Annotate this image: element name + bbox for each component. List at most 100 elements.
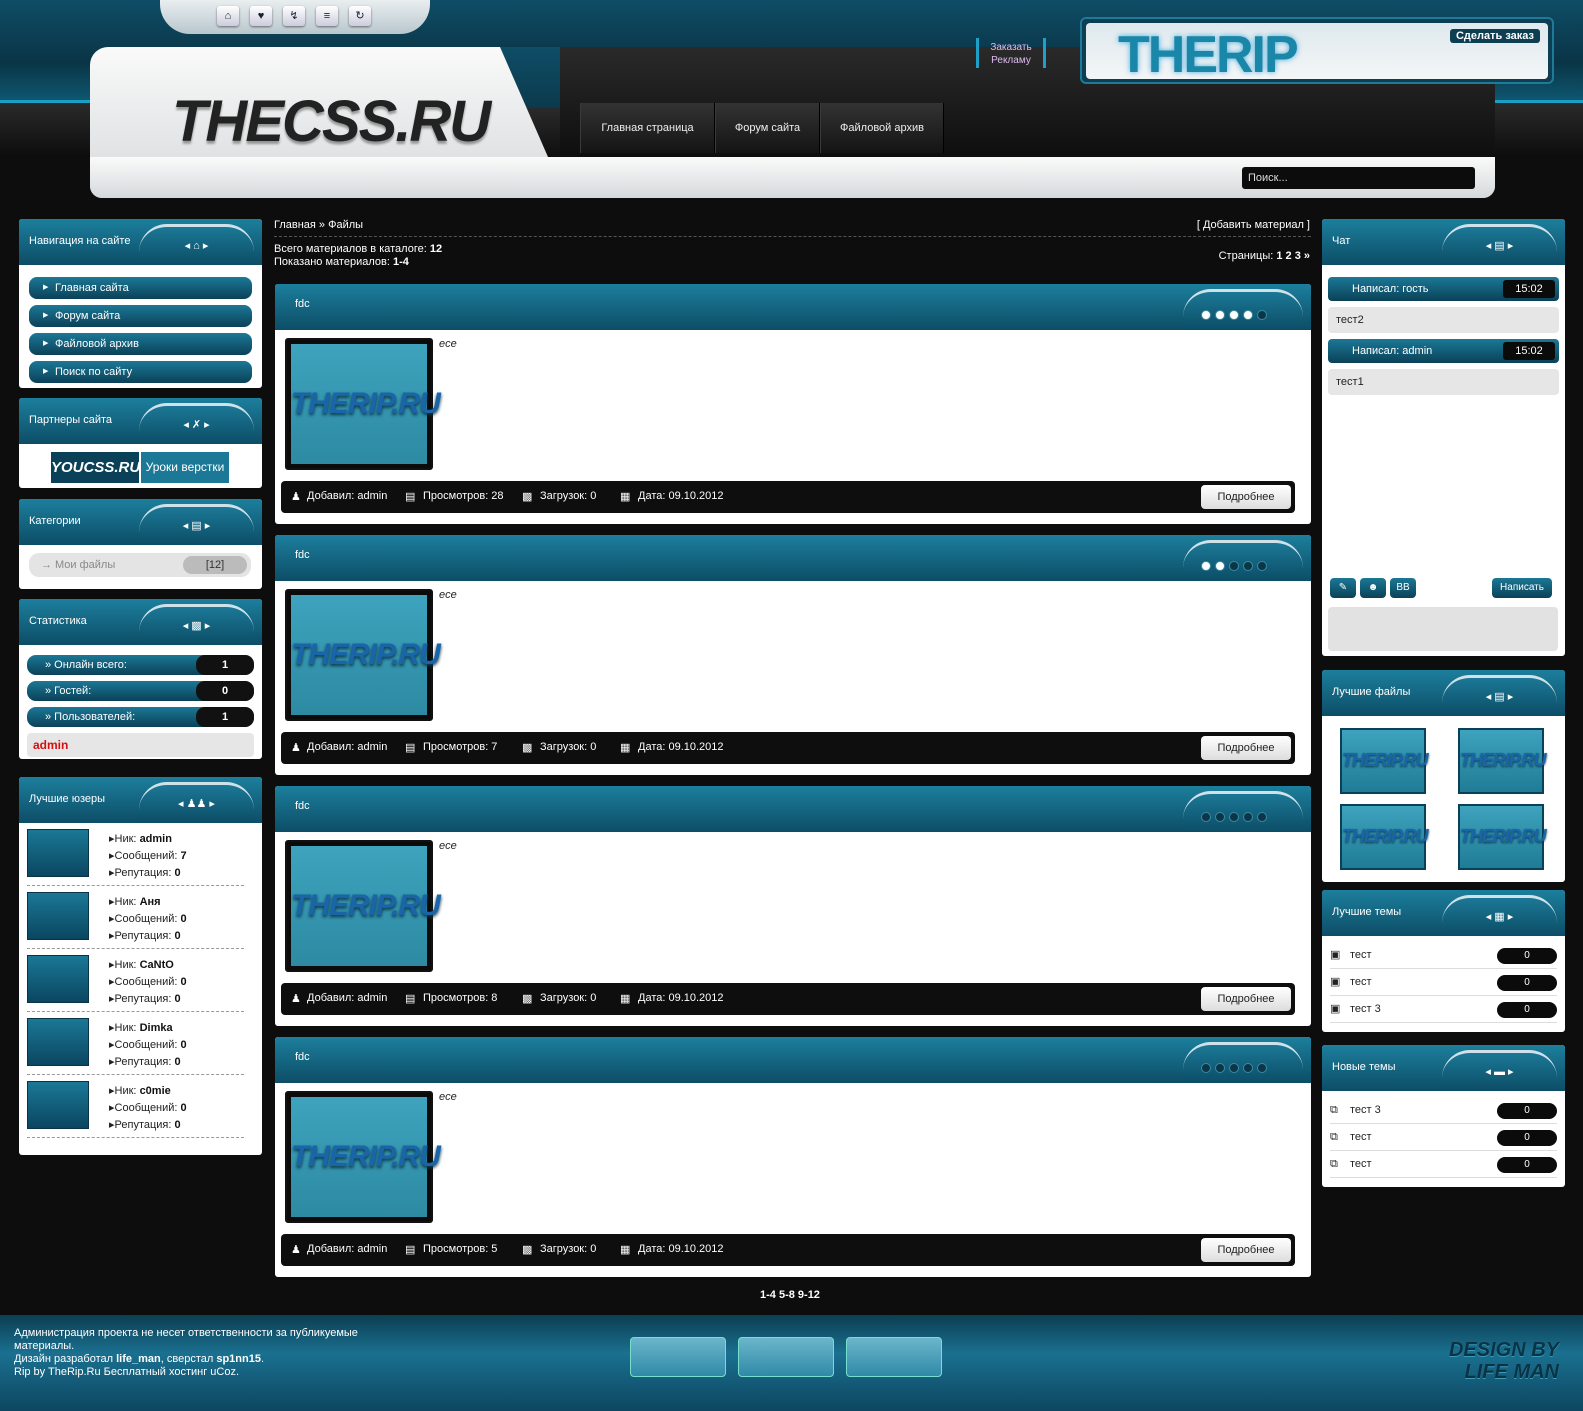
send-button[interactable]: Написать — [1492, 578, 1552, 598]
nick-value[interactable]: admin — [140, 833, 172, 845]
bbcode-button[interactable]: BB — [1390, 578, 1416, 598]
page-dot[interactable] — [1201, 310, 1211, 320]
footer-button[interactable] — [630, 1337, 726, 1377]
add-material-link[interactable]: [ Добавить материал ] — [1197, 219, 1310, 231]
nav-forum[interactable]: Форум сайта — [715, 103, 820, 153]
menu-item-search[interactable]: Поиск по сайту — [29, 361, 252, 383]
nick-value[interactable]: Аня — [140, 896, 161, 908]
page-dot[interactable] — [1215, 812, 1225, 822]
user-item[interactable]: Ник: АняСообщений: 0Репутация: 0 — [27, 886, 244, 949]
user-item[interactable]: Ник: admin Сообщений: 7 Репутация: 0 — [27, 823, 244, 886]
link-icon[interactable]: ↯ — [283, 6, 305, 26]
entry-author[interactable]: Добавил: admin — [307, 490, 387, 502]
heart-icon[interactable]: ♥ — [250, 6, 272, 26]
partner-logo-lessons[interactable]: Уроки верстки — [141, 452, 229, 483]
page-dot[interactable] — [1215, 310, 1225, 320]
pencil-icon[interactable]: ✎ — [1330, 578, 1356, 598]
entry-author[interactable]: Добавил: admin — [307, 741, 387, 753]
details-button[interactable]: Подробнее — [1201, 736, 1291, 760]
block-title: Лучшие юзеры — [29, 793, 106, 805]
footer-button[interactable] — [738, 1337, 834, 1377]
nav-files[interactable]: Файловой архив — [820, 103, 944, 153]
footer-button[interactable] — [846, 1337, 942, 1377]
entry-thumbnail[interactable]: THERIP.RU — [285, 589, 441, 721]
entry-author[interactable]: Добавил: admin — [307, 992, 387, 1004]
search-input[interactable]: Поиск... — [1242, 167, 1475, 189]
footer-author-link[interactable]: life_man — [116, 1353, 161, 1365]
page-dot[interactable] — [1257, 310, 1267, 320]
page-dot[interactable] — [1243, 310, 1253, 320]
nav-home[interactable]: Главная страница — [580, 103, 715, 153]
pages-links[interactable]: 1 2 3 » — [1276, 250, 1310, 262]
entry-title[interactable]: fdc — [295, 800, 310, 812]
menu-item-forum[interactable]: Форум сайта — [29, 305, 252, 327]
page-dot[interactable] — [1243, 812, 1253, 822]
entry-thumbnail[interactable]: THERIP.RU — [285, 1091, 441, 1223]
nick-value[interactable]: c0mie — [140, 1085, 171, 1097]
smile-icon[interactable]: ☻ — [1360, 578, 1386, 598]
topic-item[interactable]: ⧉ тест 0 — [1330, 1151, 1557, 1178]
avatar[interactable] — [27, 829, 89, 877]
entry-thumbnail[interactable]: THERIP.RU — [285, 840, 441, 972]
avatar[interactable] — [27, 892, 89, 940]
entry-title[interactable]: fdc — [295, 1051, 310, 1063]
rss-icon[interactable]: ≡ — [316, 6, 338, 26]
page-dot[interactable] — [1201, 1063, 1211, 1073]
partner-logo-youcss[interactable]: YOUCSS.RU — [51, 452, 140, 483]
breadcrumb[interactable]: Главная » Файлы — [274, 219, 363, 231]
footer-hosting: Rip by TheRip.Ru Бесплатный хостинг uCoz… — [14, 1366, 240, 1378]
avatar[interactable] — [27, 1081, 89, 1129]
category-item[interactable]: → Мои файлы [12] — [29, 553, 251, 577]
nick-value[interactable]: Dimka — [140, 1022, 173, 1034]
page-dot[interactable] — [1243, 561, 1253, 571]
topic-item[interactable]: ▣ тест 3 0 — [1330, 996, 1557, 1023]
home-icon[interactable]: ⌂ — [217, 6, 239, 26]
page-dot[interactable] — [1229, 1063, 1239, 1073]
chat-input[interactable] — [1328, 607, 1558, 651]
topic-item[interactable]: ▣ тест 0 — [1330, 969, 1557, 996]
page-dot[interactable] — [1229, 561, 1239, 571]
user-item[interactable]: Ник: DimkaСообщений: 0Репутация: 0 — [27, 1012, 244, 1075]
page-dot[interactable] — [1257, 1063, 1267, 1073]
page-dot[interactable] — [1257, 561, 1267, 571]
page-dot[interactable] — [1215, 561, 1225, 571]
topic-item[interactable]: ▣ тест 0 — [1330, 942, 1557, 969]
page-dot[interactable] — [1243, 1063, 1253, 1073]
site-logo[interactable]: THECSS.RU — [172, 88, 491, 155]
details-button[interactable]: Подробнее — [1201, 485, 1291, 509]
entry-author[interactable]: Добавил: admin — [307, 1243, 387, 1255]
page-dot[interactable] — [1229, 812, 1239, 822]
avatar[interactable] — [27, 1018, 89, 1066]
footer-coder-link[interactable]: sp1nn15 — [216, 1353, 261, 1365]
best-file-thumb[interactable]: THERIP.RU — [1458, 804, 1547, 870]
order-button[interactable]: Сделать заказ — [1449, 29, 1540, 43]
details-button[interactable]: Подробнее — [1201, 987, 1291, 1011]
entry-thumbnail[interactable]: THERIP.RU — [285, 338, 441, 470]
user-nick: Ник: c0mie — [109, 1084, 171, 1097]
user-item[interactable]: Ник: CaNtOСообщений: 0Репутация: 0 — [27, 949, 244, 1012]
best-file-thumb[interactable]: THERIP.RU — [1340, 804, 1429, 870]
nick-value[interactable]: CaNtO — [140, 959, 174, 971]
user-item[interactable]: Ник: c0mieСообщений: 0Репутация: 0 — [27, 1075, 244, 1138]
menu-item-home[interactable]: Главная сайта — [29, 277, 252, 299]
pagination-bottom[interactable]: 1-4 5-8 9-12 — [760, 1289, 820, 1301]
topic-count: 0 — [1497, 1157, 1557, 1173]
page-dot[interactable] — [1201, 561, 1211, 571]
header-banner[interactable]: THERIP Сделать заказ — [1080, 17, 1554, 84]
avatar[interactable] — [27, 955, 89, 1003]
topic-item[interactable]: ⧉ тест 3 0 — [1330, 1097, 1557, 1124]
advert-link[interactable]: Заказать Рекламу — [976, 38, 1046, 68]
page-dot[interactable] — [1229, 310, 1239, 320]
page-dot[interactable] — [1215, 1063, 1225, 1073]
entry-title[interactable]: fdc — [295, 298, 310, 310]
page-dot[interactable] — [1201, 812, 1211, 822]
details-button[interactable]: Подробнее — [1201, 1238, 1291, 1262]
page-dot[interactable] — [1257, 812, 1267, 822]
best-file-thumb[interactable]: THERIP.RU — [1340, 728, 1429, 794]
refresh-icon[interactable]: ↻ — [349, 6, 371, 26]
online-user[interactable]: admin — [27, 733, 254, 757]
entry-title[interactable]: fdc — [295, 549, 310, 561]
topic-item[interactable]: ⧉ тест 0 — [1330, 1124, 1557, 1151]
best-file-thumb[interactable]: THERIP.RU — [1458, 728, 1547, 794]
menu-item-files[interactable]: Файловой архив — [29, 333, 252, 355]
